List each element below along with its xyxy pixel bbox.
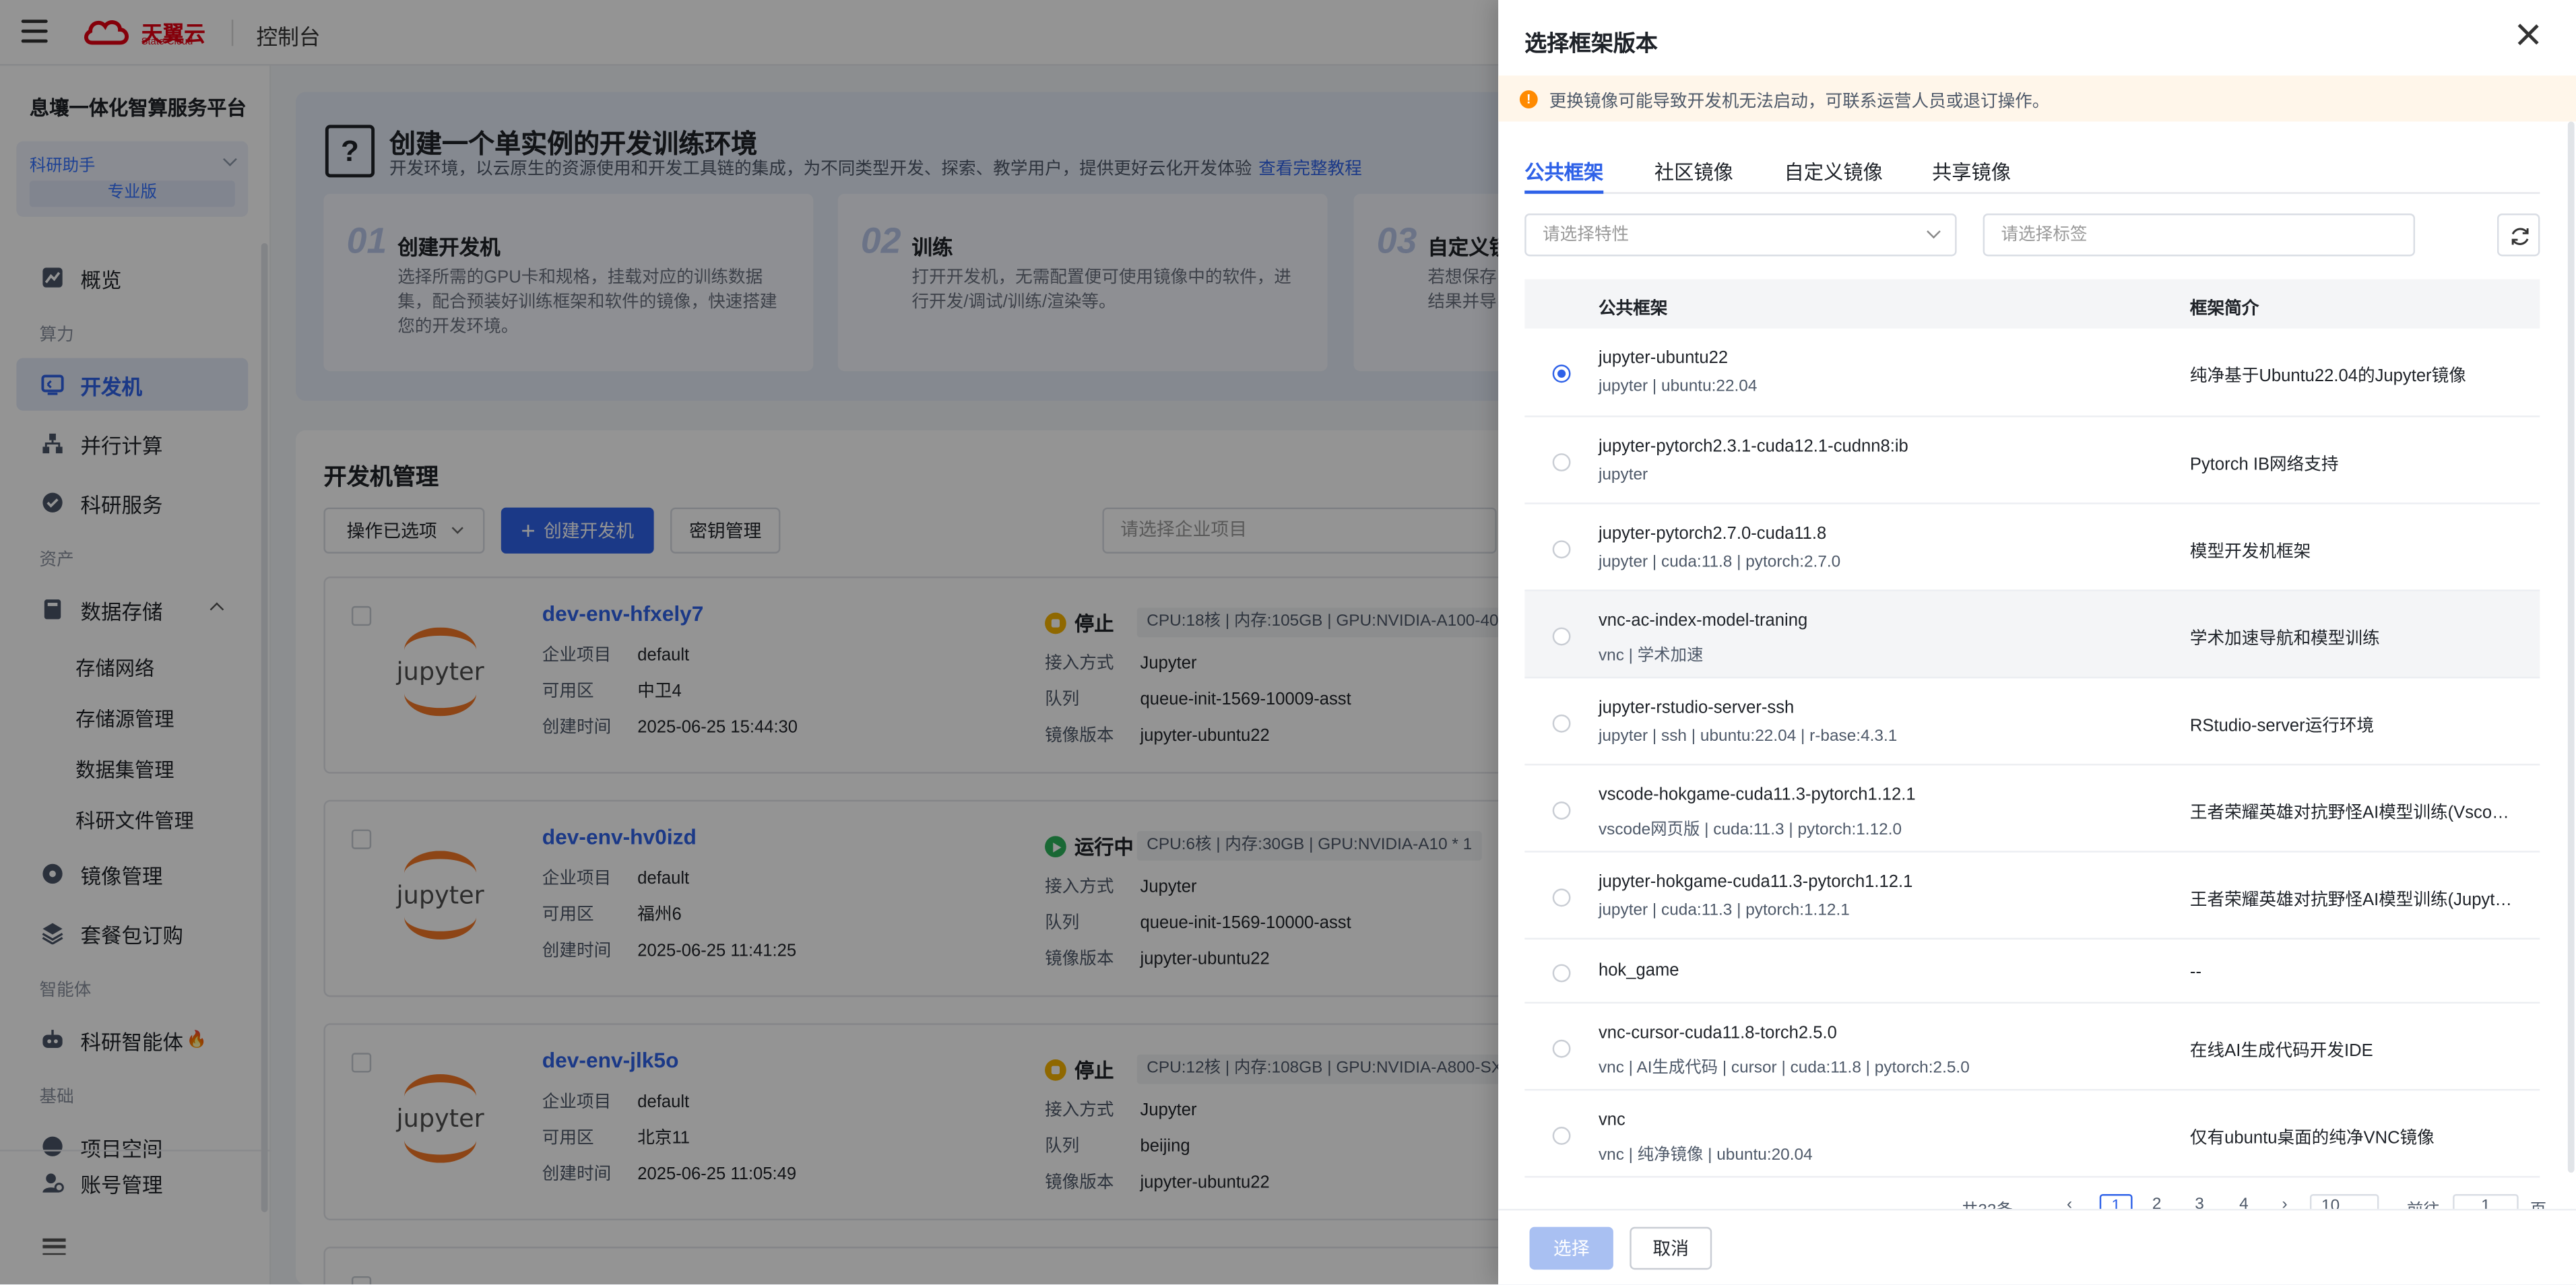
framework-tags: vscode网页版 | cuda:11.3 | pytorch:1.12.0 xyxy=(1598,821,1902,840)
alert-text: 更换镜像可能导致开发机无法启动，可联系运营人员或退订操作。 xyxy=(1549,92,2050,112)
framework-table: 公共框架 框架简介 jupyter-ubuntu22 jupyter | ubu… xyxy=(1524,279,2540,1179)
refresh-icon xyxy=(2511,228,2529,245)
framework-tags: vnc | AI生成代码 | cursor | cuda:11.8 | pyto… xyxy=(1598,1059,1970,1078)
tag-select[interactable]: 请选择标签 xyxy=(1983,213,2416,257)
row-radio[interactable] xyxy=(1552,888,1571,907)
framework-name: hok_game xyxy=(1598,960,1679,981)
row-radio[interactable] xyxy=(1552,714,1571,733)
framework-desc: RStudio-server运行环境 xyxy=(2189,716,2375,736)
framework-desc: 王者荣耀英雄对抗野怪AI模型训练(Vscode版) xyxy=(2189,803,2519,823)
table-row[interactable]: jupyter-pytorch2.7.0-cuda11.8 jupyter | … xyxy=(1524,504,2540,591)
tab-custom-image[interactable]: 自定义镜像 xyxy=(1784,158,1883,194)
column-header-framework: 公共框架 xyxy=(1598,298,1668,319)
framework-name: jupyter-rstudio-server-ssh xyxy=(1598,698,1795,718)
framework-tags: jupyter | ssh | ubuntu:22.04 | r-base:4.… xyxy=(1598,727,1898,746)
framework-desc: 纯净基于Ubuntu22.04的Jupyter镜像 xyxy=(2189,366,2466,387)
framework-desc: 在线AI生成代码开发IDE xyxy=(2189,1041,2373,1061)
framework-name: vnc xyxy=(1598,1110,1625,1130)
row-radio[interactable] xyxy=(1552,540,1571,559)
warning-alert: ! 更换镜像可能导致开发机无法启动，可联系运营人员或退订操作。 xyxy=(1498,75,2576,122)
drawer-footer: 选择 取消 xyxy=(1498,1208,2576,1285)
framework-desc: -- xyxy=(2189,962,2201,983)
framework-desc: Pytorch IB网络支持 xyxy=(2189,455,2339,475)
framework-desc: 仅有ubuntu桌面的纯净VNC镜像 xyxy=(2189,1128,2435,1148)
table-row[interactable]: vscode-hokgame-cuda11.3-pytorch1.12.1 vs… xyxy=(1524,765,2540,853)
cancel-button[interactable]: 取消 xyxy=(1630,1226,1712,1270)
framework-name: vnc-cursor-cuda11.8-torch2.5.0 xyxy=(1598,1023,1837,1043)
table-header: 公共框架 框架简介 xyxy=(1524,279,2540,329)
framework-tags: jupyter | cuda:11.3 | pytorch:1.12.1 xyxy=(1598,901,1850,920)
framework-version-drawer: 选择框架版本 ! 更换镜像可能导致开发机无法启动，可联系运营人员或退订操作。 公… xyxy=(1498,0,2576,1285)
warning-icon: ! xyxy=(1519,90,1538,108)
table-row[interactable]: jupyter-ubuntu22 jupyter | ubuntu:22.04 … xyxy=(1524,329,2540,418)
framework-name: vnc-ac-index-model-traning xyxy=(1598,611,1808,631)
framework-name: jupyter-pytorch2.7.0-cuda11.8 xyxy=(1598,523,1827,544)
feature-select-placeholder: 请选择特性 xyxy=(1543,225,1630,245)
table-row[interactable]: jupyter-pytorch2.3.1-cuda12.1-cudnn8:ib … xyxy=(1524,417,2540,504)
framework-tags: jupyter | ubuntu:22.04 xyxy=(1598,377,1758,396)
framework-tags: vnc | 纯净镜像 | ubuntu:20.04 xyxy=(1598,1146,1813,1165)
framework-tags: jupyter xyxy=(1598,466,1648,485)
close-icon[interactable] xyxy=(2515,22,2542,48)
feature-select[interactable]: 请选择特性 xyxy=(1524,213,1957,257)
row-radio[interactable] xyxy=(1552,364,1571,383)
framework-tags: jupyter | cuda:11.8 | pytorch:2.7.0 xyxy=(1598,553,1841,572)
modal-overlay[interactable] xyxy=(0,0,1499,1285)
row-radio[interactable] xyxy=(1552,453,1571,471)
drawer-title: 选择框架版本 xyxy=(1524,31,1658,56)
table-row[interactable]: vnc-cursor-cuda11.8-torch2.5.0 vnc | AI生… xyxy=(1524,1003,2540,1091)
chevron-down-icon xyxy=(1927,224,1941,239)
tab-shared-image[interactable]: 共享镜像 xyxy=(1932,158,2011,194)
framework-desc: 学术加速导航和模型训练 xyxy=(2189,629,2380,649)
table-row[interactable]: vnc-ac-index-model-traning vnc | 学术加速 学术… xyxy=(1524,591,2540,679)
framework-name: vscode-hokgame-cuda11.3-pytorch1.12.1 xyxy=(1598,785,1916,805)
tag-select-placeholder: 请选择标签 xyxy=(2001,225,2088,245)
framework-name: jupyter-pytorch2.3.1-cuda12.1-cudnn8:ib xyxy=(1598,436,1908,457)
framework-tags: vnc | 学术加速 xyxy=(1598,647,1704,665)
framework-name: jupyter-ubuntu22 xyxy=(1598,348,1729,368)
framework-name: jupyter-hokgame-cuda11.3-pytorch1.12.1 xyxy=(1598,872,1913,892)
row-radio[interactable] xyxy=(1552,627,1571,646)
row-radio[interactable] xyxy=(1552,1039,1571,1058)
row-radio[interactable] xyxy=(1552,801,1571,820)
table-row[interactable]: vnc vnc | 纯净镜像 | ubuntu:20.04 仅有ubuntu桌面… xyxy=(1524,1090,2540,1178)
select-button[interactable]: 选择 xyxy=(1529,1226,1613,1270)
row-radio[interactable] xyxy=(1552,964,1571,983)
image-tabs: 公共框架 社区镜像 自定义镜像 共享镜像 xyxy=(1524,158,2540,194)
tab-public-framework[interactable]: 公共框架 xyxy=(1524,158,1604,194)
framework-desc: 王者荣耀英雄对抗野怪AI模型训练(Jupyter版) xyxy=(2189,890,2519,911)
row-radio[interactable] xyxy=(1552,1127,1571,1145)
framework-desc: 模型开发机框架 xyxy=(2189,541,2311,562)
column-header-description: 框架简介 xyxy=(2189,298,2259,319)
table-row[interactable]: hok_game -- xyxy=(1524,940,2540,1004)
refresh-button[interactable] xyxy=(2497,213,2540,257)
table-row[interactable]: jupyter-hokgame-cuda11.3-pytorch1.12.1 j… xyxy=(1524,853,2540,940)
table-row[interactable]: jupyter-rstudio-server-ssh jupyter | ssh… xyxy=(1524,678,2540,766)
drawer-scrollbar[interactable] xyxy=(2567,121,2575,1173)
tab-community-image[interactable]: 社区镜像 xyxy=(1654,158,1733,194)
